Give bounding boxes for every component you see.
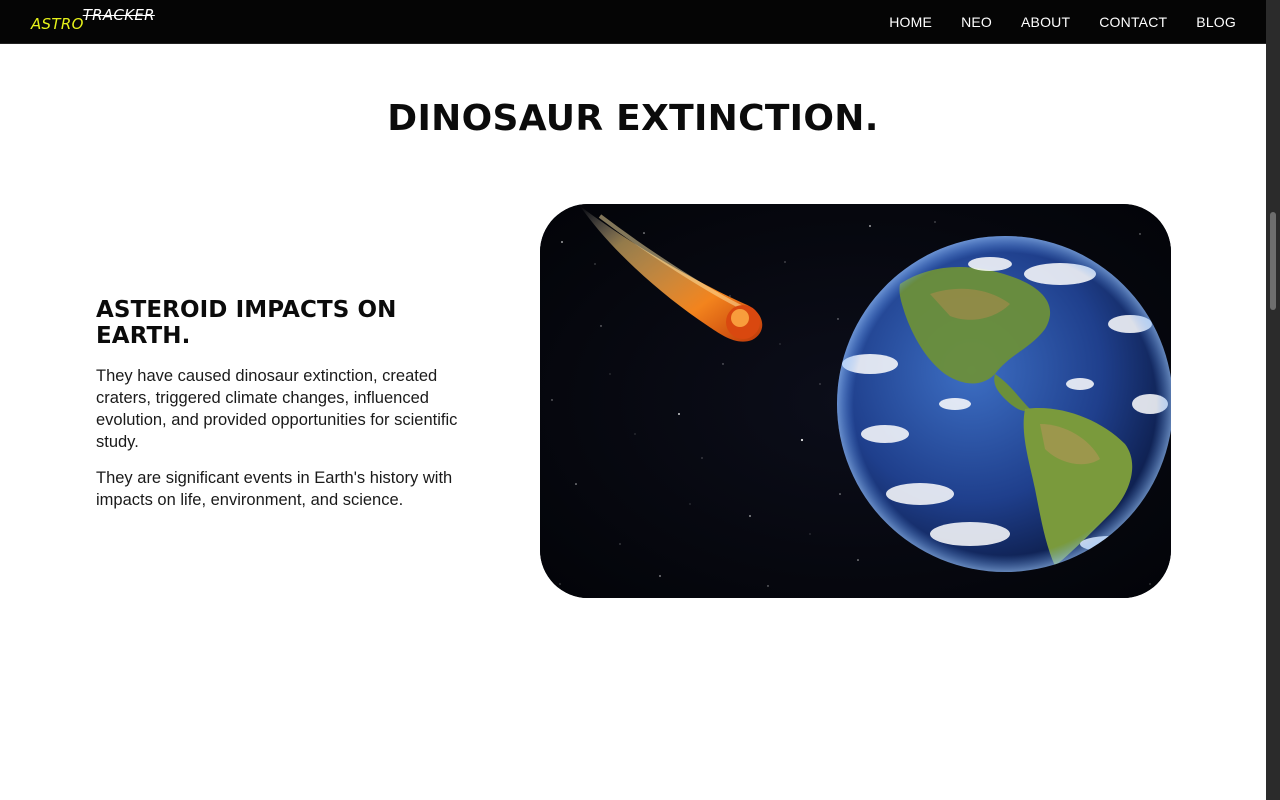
top-navbar: ASTROTRACKER HOME NEO ABOUT CONTACT BLOG: [0, 0, 1266, 44]
paragraph-1: They have caused dinosaur extinction, cr…: [96, 367, 458, 451]
nav-item-home: HOME: [889, 12, 932, 31]
asteroid-earth-illustration: [540, 204, 1171, 598]
nav-link-contact[interactable]: CONTACT: [1099, 14, 1167, 30]
nav-link-about[interactable]: ABOUT: [1021, 14, 1070, 30]
brand-logo[interactable]: ASTROTRACKER: [31, 6, 155, 35]
page-scrollbar[interactable]: [1266, 0, 1280, 800]
brand-logo-part-astro: ASTRO: [31, 15, 84, 33]
paragraph-2: They are significant events in Earth's h…: [96, 469, 453, 509]
nav-link-home[interactable]: HOME: [889, 14, 932, 30]
asteroid-earth-image: [540, 204, 1171, 598]
nav-link-blog[interactable]: BLOG: [1196, 14, 1236, 30]
nav-item-about: ABOUT: [1021, 12, 1070, 31]
content-text-block: ASTEROID IMPACTS ON EARTH. They have cau…: [96, 297, 486, 525]
nav-menu: HOME NEO ABOUT CONTACT BLOG: [889, 0, 1236, 43]
page-title: DINOSAUR EXTINCTION.: [387, 98, 879, 139]
scrollbar-thumb[interactable]: [1270, 212, 1276, 310]
page: ASTROTRACKER HOME NEO ABOUT CONTACT BLOG…: [0, 0, 1280, 800]
nav-item-contact: CONTACT: [1099, 12, 1167, 31]
section-heading: ASTEROID IMPACTS ON EARTH.: [96, 297, 397, 349]
nav-item-neo: NEO: [961, 12, 992, 31]
nav-link-neo[interactable]: NEO: [961, 14, 992, 30]
nav-item-blog: BLOG: [1196, 12, 1236, 31]
brand-logo-part-tracker: TRACKER: [82, 6, 155, 24]
earth-globe: [837, 236, 1171, 572]
